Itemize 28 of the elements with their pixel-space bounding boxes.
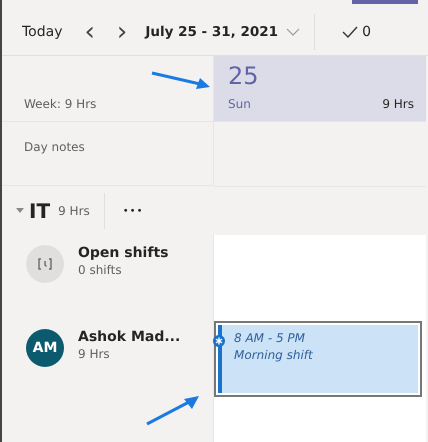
schedule-cell[interactable] (214, 235, 426, 319)
arrow-icon (145, 394, 201, 426)
arrow-icon (150, 70, 212, 90)
day-notes-label: Day notes (24, 140, 85, 154)
shift-name: Morning shift (234, 348, 314, 362)
date-range-dropdown[interactable]: July 25 - 31, 2021 (145, 24, 300, 40)
avatar: AM (26, 329, 64, 367)
more-button[interactable]: ••• (116, 204, 150, 218)
open-shift-icon (26, 245, 64, 283)
shift-time: 8 AM - 5 PM (234, 331, 306, 345)
today-button[interactable]: Today (22, 24, 62, 40)
checkmark-icon (342, 26, 358, 38)
chevron-down-icon (286, 28, 300, 36)
tab-indicator (352, 0, 418, 4)
next-button[interactable]: › (116, 18, 128, 44)
day-header[interactable]: 25 Sun 9 Hrs (214, 56, 426, 122)
group-name: IT (29, 199, 50, 223)
week-hours: Week: 9 Hrs (24, 97, 96, 111)
open-shifts-title: Open shifts (78, 245, 168, 261)
shift-count: 0 shifts (78, 263, 123, 277)
group-toggle[interactable] (16, 208, 24, 214)
previous-button[interactable]: ‹ (84, 18, 95, 44)
approved-button[interactable]: 0 (342, 24, 371, 40)
member-hours: 9 Hrs (78, 347, 111, 361)
schedule-cell[interactable] (214, 413, 426, 442)
shift-card[interactable]: 8 AM - 5 PM Morning shift (214, 321, 422, 397)
group-hours: 9 Hrs (58, 204, 90, 218)
member-name: Ashok Mad... (78, 329, 180, 345)
